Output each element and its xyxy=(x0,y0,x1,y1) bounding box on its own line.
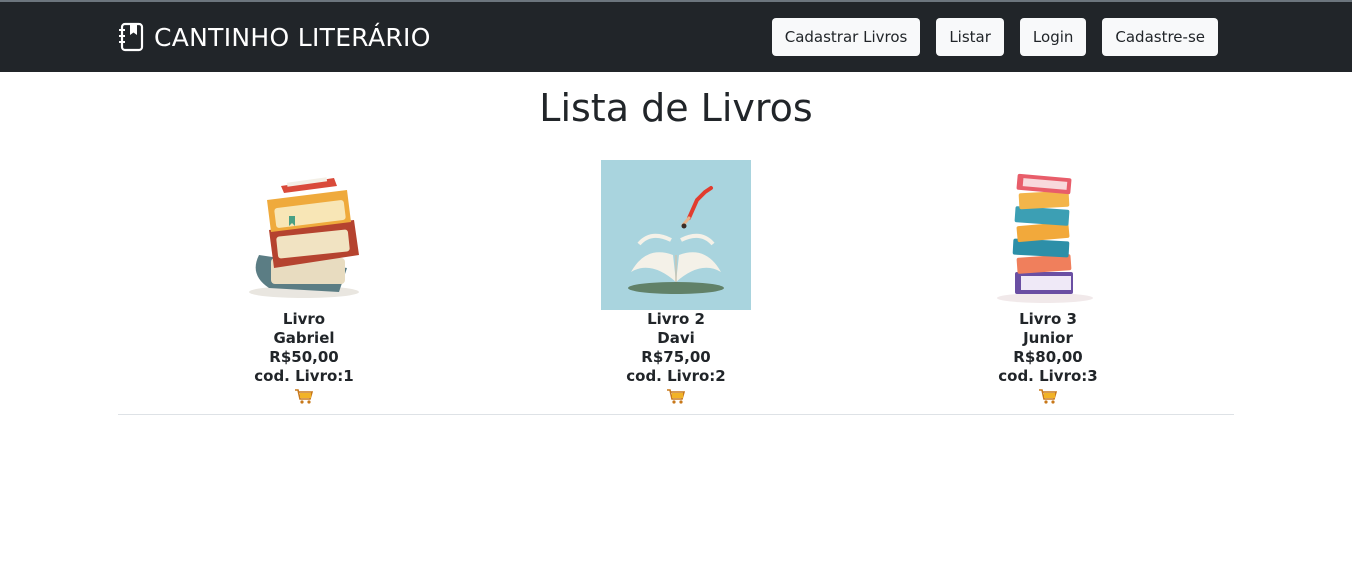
book-title: Livro xyxy=(282,310,326,328)
colorful-book-stack-illustration xyxy=(997,173,1093,303)
login-button[interactable]: Login xyxy=(1019,18,1087,56)
page-title: Lista de Livros xyxy=(539,86,813,130)
book-title: Livro 3 xyxy=(1019,310,1077,328)
cart-icon[interactable] xyxy=(666,388,686,405)
book-code: cod. Livro:3 xyxy=(998,367,1098,385)
diver-open-book-illustration xyxy=(601,160,751,310)
book-title: Livro 2 xyxy=(647,310,705,328)
book-author: Gabriel xyxy=(273,329,335,347)
cadastre-se-button[interactable]: Cadastre-se xyxy=(1102,18,1218,56)
cart-icon[interactable] xyxy=(294,388,314,405)
cadastrar-livros-button[interactable]: Cadastrar Livros xyxy=(771,18,921,56)
nav-buttons: Cadastrar Livros Listar Login Cadastre-s… xyxy=(771,18,1218,56)
book-code: cod. Livro:1 xyxy=(254,367,354,385)
navbar: CANTINHO LITERÁRIO Cadastrar Livros List… xyxy=(0,2,1352,72)
book-grid: Livro Gabriel R$50,00 cod. Livro:1 Livro… xyxy=(118,160,1234,405)
book-card: Livro 3 Junior R$80,00 cod. Livro:3 xyxy=(862,160,1234,405)
book-price: R$75,00 xyxy=(641,348,711,366)
book-card: Livro 2 Davi R$75,00 cod. Livro:2 xyxy=(490,160,862,405)
book-code: cod. Livro:2 xyxy=(626,367,726,385)
book-author: Davi xyxy=(657,329,695,347)
stacked-books-illustration xyxy=(249,177,359,298)
brand[interactable]: CANTINHO LITERÁRIO xyxy=(117,19,431,55)
book-author: Junior xyxy=(1023,329,1073,347)
book-card: Livro Gabriel R$50,00 cod. Livro:1 xyxy=(118,160,490,405)
book-price: R$50,00 xyxy=(269,348,339,366)
journal-bookmark-icon xyxy=(117,22,145,52)
book-price: R$80,00 xyxy=(1013,348,1083,366)
divider xyxy=(118,414,1234,415)
cart-icon[interactable] xyxy=(1038,388,1058,405)
listar-button[interactable]: Listar xyxy=(936,18,1004,56)
brand-title: CANTINHO LITERÁRIO xyxy=(154,22,431,52)
